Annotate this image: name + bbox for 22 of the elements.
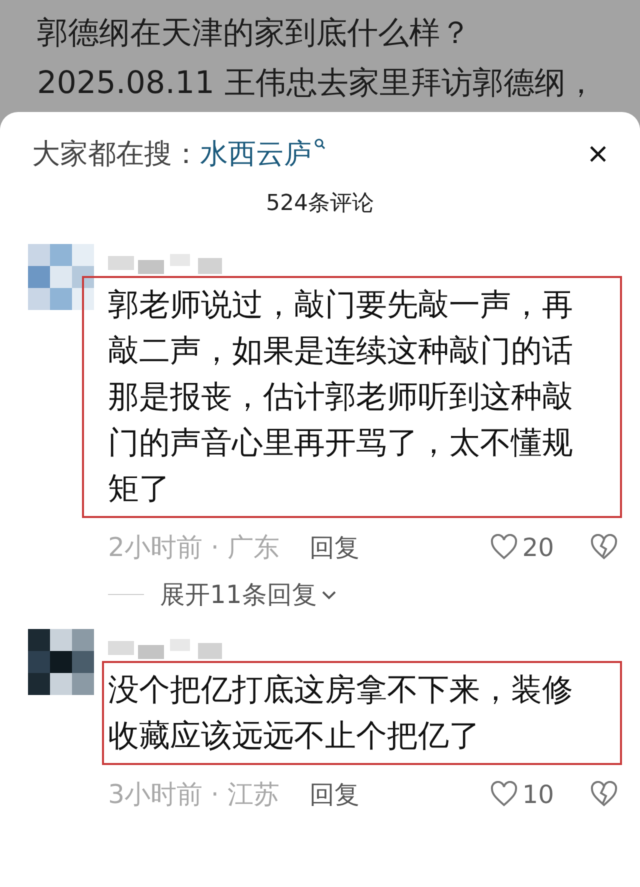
post-text: 郭德纲在天津的家到底什么样？ — [37, 14, 472, 53]
heart-icon — [490, 781, 518, 807]
heart-icon — [490, 534, 518, 560]
search-hint-label: 大家都在搜： — [32, 136, 200, 172]
broken-heart-icon[interactable] — [590, 781, 618, 807]
broken-heart-icon[interactable] — [590, 534, 618, 560]
like-button[interactable]: 10 — [490, 780, 554, 808]
comment-time-location: 2小时前 · 广东 — [108, 532, 280, 564]
comment-text: 没个把亿打底这房拿不下来，装修收藏应该远远不止个把亿了 — [102, 661, 622, 765]
reply-button[interactable]: 回复 — [309, 530, 360, 564]
close-icon[interactable] — [588, 144, 608, 164]
comment-count: 524条评论 — [266, 190, 374, 218]
chevron-down-icon — [320, 590, 337, 600]
search-term-link[interactable]: 水西云庐 — [200, 135, 312, 173]
comment-text: 郭老师说过，敲门要先敲一声，再敲二声，如果是连续这种敲门的话那是报丧，估计郭老师听到这种敲门的声音心里再开骂了，太不懂规矩了 — [82, 276, 622, 518]
search-icon[interactable] — [314, 138, 326, 150]
expand-replies-button[interactable]: 展开11条回复 — [160, 578, 337, 611]
reply-button[interactable]: 回复 — [309, 778, 360, 810]
like-button[interactable]: 20 — [490, 532, 554, 562]
post-text: 2025.08.11 王伟忠去家里拜访郭德纲， — [37, 64, 598, 103]
blurred-avatar[interactable] — [28, 629, 94, 695]
comment-time-location: 3小时前 · 江苏 — [108, 778, 280, 812]
